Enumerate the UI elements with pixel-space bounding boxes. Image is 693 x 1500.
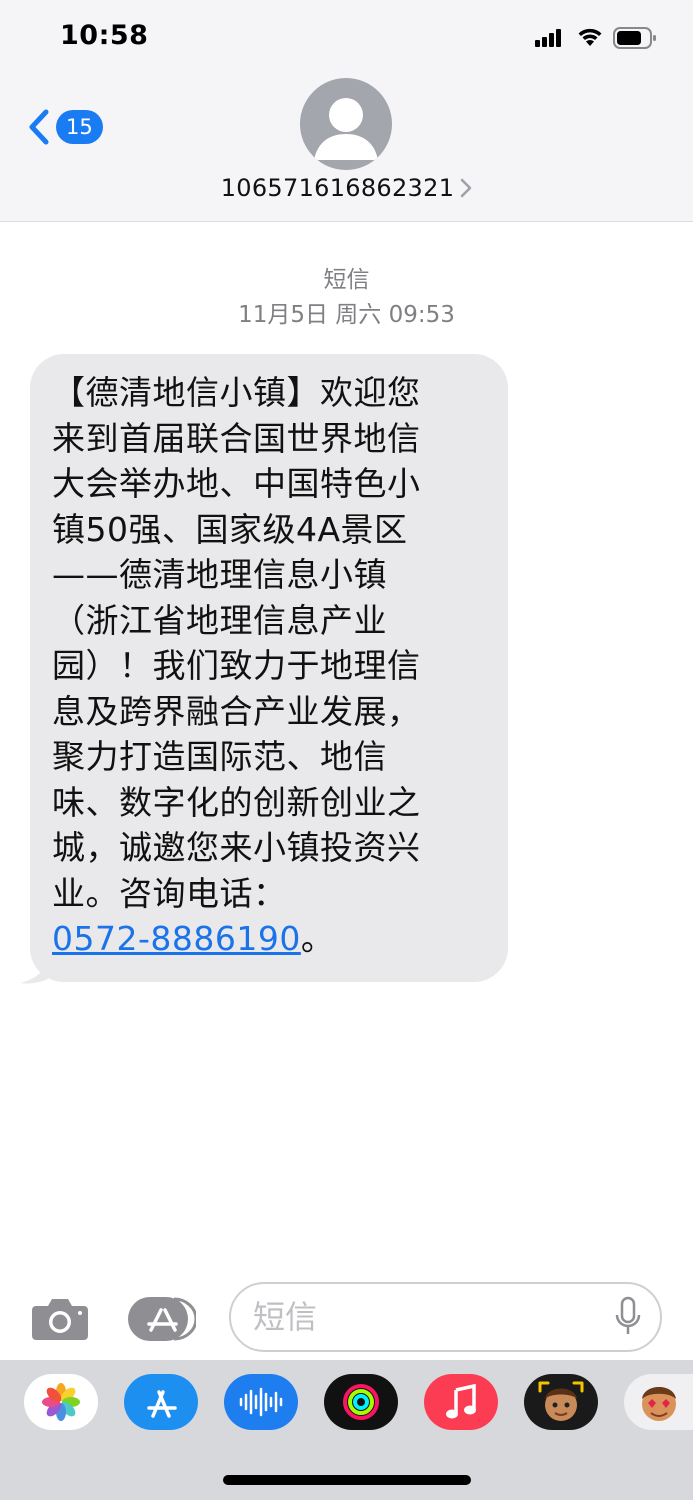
music-note-icon: [446, 1384, 476, 1419]
message-line: 来到首届联合国世界地信: [52, 418, 421, 458]
memoji-face-icon: [538, 1381, 584, 1421]
person-silhouette-icon: [314, 98, 378, 160]
app-store-a-icon: [147, 1390, 177, 1418]
app-store-icon[interactable]: [124, 1374, 198, 1430]
message-line: 【德清地信小镇】欢迎您: [52, 373, 421, 412]
chevron-left-icon: [29, 109, 49, 145]
memoji-stickers-icon[interactable]: [624, 1374, 693, 1430]
contact-avatar[interactable]: [300, 78, 392, 170]
chevron-right-icon: [461, 178, 472, 198]
battery-icon: [613, 27, 656, 49]
home-indicator[interactable]: [223, 1475, 471, 1485]
music-app-icon[interactable]: [424, 1374, 498, 1430]
message-text: 【德清地信小镇】欢迎您 来到首届联合国世界地信 大会举办地、中国特色小 镇50强…: [52, 370, 488, 962]
waveform-icon: [239, 1387, 283, 1417]
microphone-icon[interactable]: [614, 1296, 642, 1338]
message-line: 业。咨询电话：: [52, 873, 287, 913]
service-label: 短信: [323, 267, 370, 293]
photos-flower-icon: [42, 1383, 80, 1421]
message-timestamp: 11月5日 周六 09:53: [238, 302, 455, 328]
message-end-punct: 。: [300, 919, 335, 958]
unread-count-badge: 15: [56, 110, 103, 144]
camera-icon[interactable]: [30, 1296, 90, 1342]
message-line: （浙江省地理信息产业: [52, 600, 387, 640]
status-time: 10:58: [60, 20, 149, 51]
message-line: 大会举办地、中国特色小: [52, 464, 421, 503]
message-line: 息及跨界融合产业发展，: [52, 691, 421, 731]
message-line: 聚力打造国际范、地信: [52, 737, 387, 776]
message-line: 城，诚邀您来小镇投资兴: [52, 828, 421, 867]
contact-details-link[interactable]: 106571616862321: [0, 174, 693, 202]
fitness-activity-icon[interactable]: [324, 1374, 398, 1430]
message-input[interactable]: [229, 1282, 662, 1352]
photos-app-icon[interactable]: [24, 1374, 98, 1430]
message-line: 味、数字化的创新创业之: [52, 782, 421, 822]
incoming-message-bubble[interactable]: 【德清地信小镇】欢迎您 来到首届联合国世界地信 大会举办地、中国特色小 镇50强…: [30, 354, 508, 982]
memoji-stickers-face-icon: [641, 1387, 676, 1421]
contact-number: 106571616862321: [220, 174, 455, 202]
back-button[interactable]: 15: [26, 104, 106, 150]
messages-screen: 10:58 15 106571616862321 短信 11月5日 周六 09:…: [0, 0, 693, 1500]
phone-number-link[interactable]: 0572-8886190: [52, 919, 301, 958]
audio-message-icon[interactable]: [224, 1374, 298, 1430]
activity-rings-icon: [343, 1384, 379, 1420]
message-line: 园）！我们致力于地理信: [52, 646, 421, 685]
conversation-header: 10:58 15 106571616862321: [0, 0, 693, 222]
memoji-icon[interactable]: [524, 1374, 598, 1430]
cellular-signal-icon: [535, 29, 561, 47]
app-store-drawer-icon[interactable]: [128, 1296, 196, 1342]
wifi-icon: [578, 28, 602, 46]
message-line: 镇50强、国家级4A景区: [52, 509, 408, 549]
message-line: ——德清地理信息小镇: [52, 555, 387, 594]
